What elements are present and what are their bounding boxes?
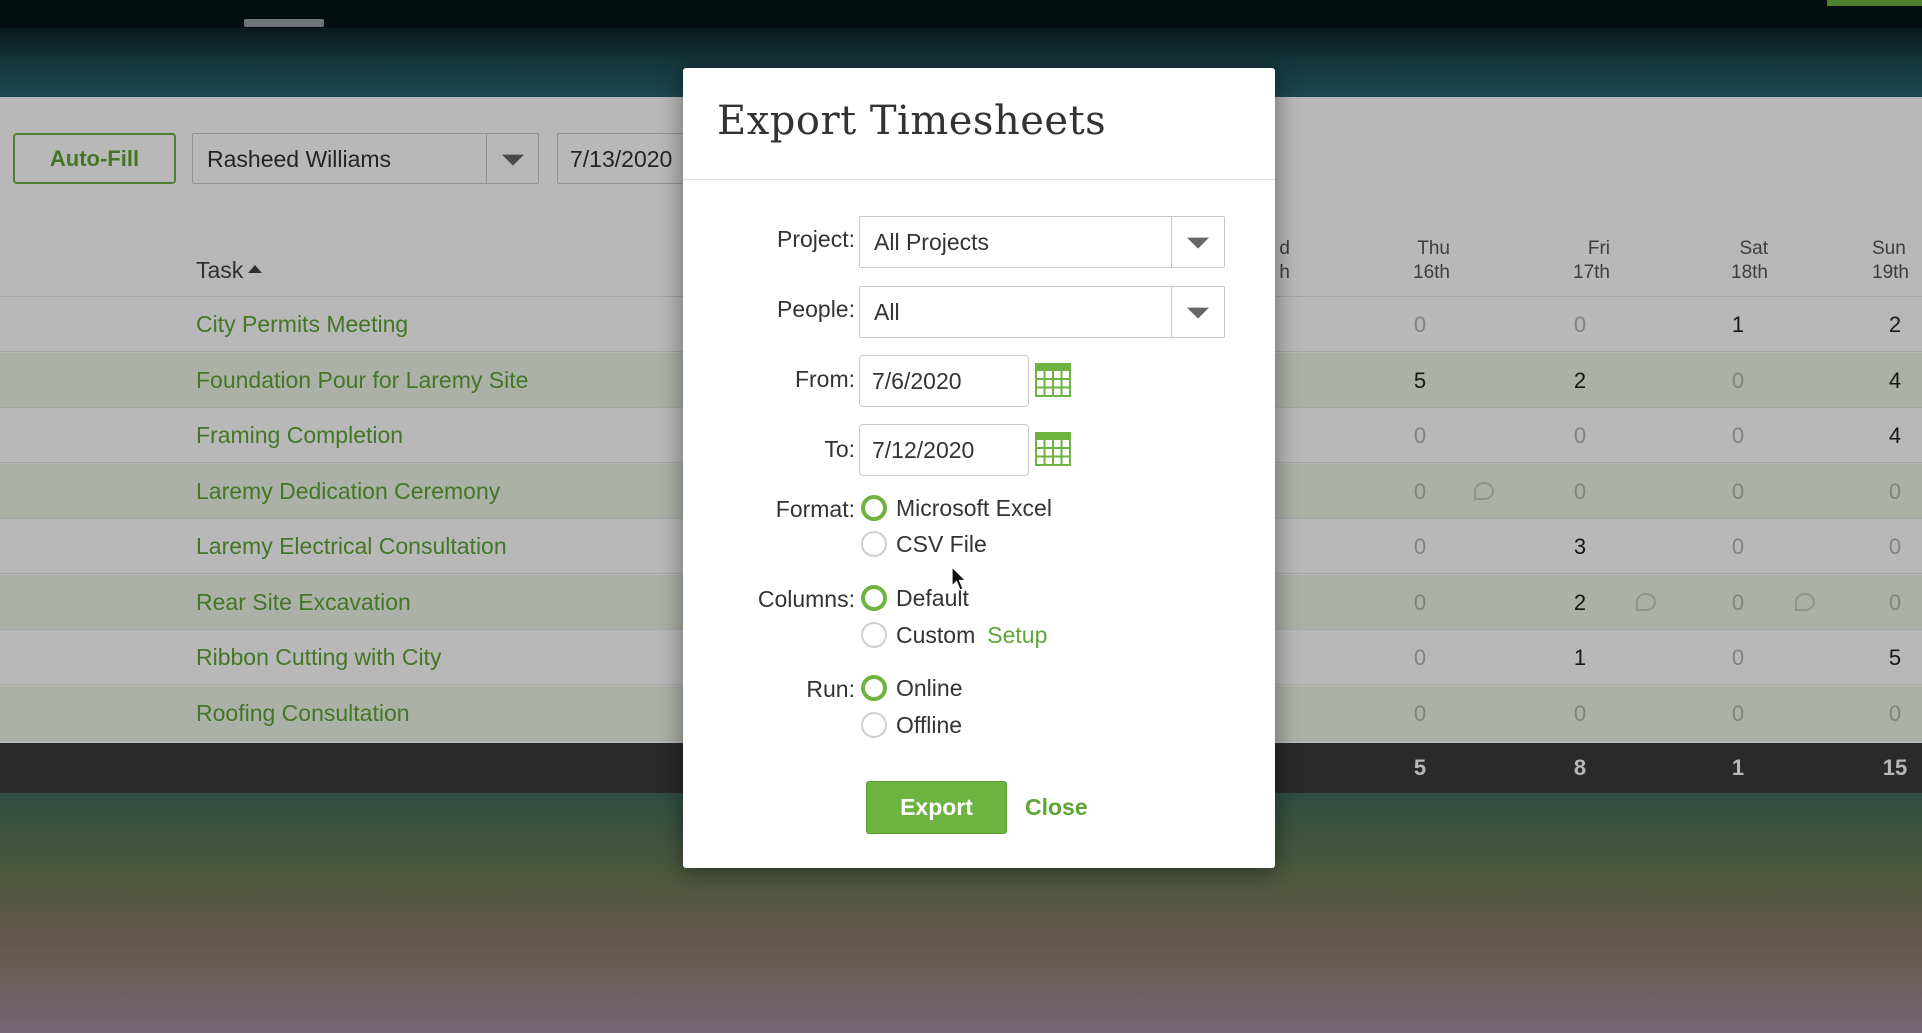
radio-selected[interactable]	[861, 585, 887, 611]
format-option-excel[interactable]: Microsoft Excel	[861, 493, 1052, 523]
project-label: Project:	[777, 226, 855, 252]
people-select-value: All	[874, 299, 900, 325]
columns-setup-link[interactable]: Setup	[987, 622, 1047, 649]
columns-option-custom[interactable]: Custom Setup	[861, 620, 1047, 650]
project-select-value: All Projects	[874, 229, 990, 255]
calendar-icon[interactable]	[1035, 432, 1071, 466]
people-label: People:	[776, 296, 855, 322]
run-option-offline[interactable]: Offline	[861, 710, 962, 740]
radio-selected[interactable]	[861, 495, 887, 521]
project-select[interactable]: All Projects	[859, 216, 1225, 268]
dialog-title: Export Timesheets	[717, 98, 1107, 144]
title-divider	[683, 179, 1275, 180]
to-label: To:	[824, 436, 855, 462]
people-select[interactable]: All	[859, 286, 1225, 338]
close-button[interactable]: Close	[1025, 781, 1088, 834]
run-label: Run:	[806, 676, 855, 702]
radio-selected[interactable]	[861, 675, 887, 701]
radio-unselected[interactable]	[861, 531, 887, 557]
chevron-down-icon[interactable]	[1171, 217, 1224, 267]
export-button[interactable]: Export	[866, 781, 1007, 834]
columns-label: Columns:	[757, 586, 855, 612]
from-label: From:	[794, 366, 855, 392]
format-option-csv[interactable]: CSV File	[861, 529, 987, 559]
run-option-online[interactable]: Online	[861, 673, 962, 703]
radio-unselected[interactable]	[861, 622, 887, 648]
from-date-input[interactable]: 7/6/2020	[859, 355, 1029, 407]
export-timesheets-dialog: Export Timesheets Project: All Projects …	[683, 68, 1275, 868]
to-date-input[interactable]: 7/12/2020	[859, 424, 1029, 476]
radio-unselected[interactable]	[861, 712, 887, 738]
format-label: Format:	[775, 496, 855, 522]
calendar-icon[interactable]	[1035, 363, 1071, 397]
mouse-cursor-icon	[951, 566, 967, 591]
chevron-down-icon[interactable]	[1171, 287, 1224, 337]
